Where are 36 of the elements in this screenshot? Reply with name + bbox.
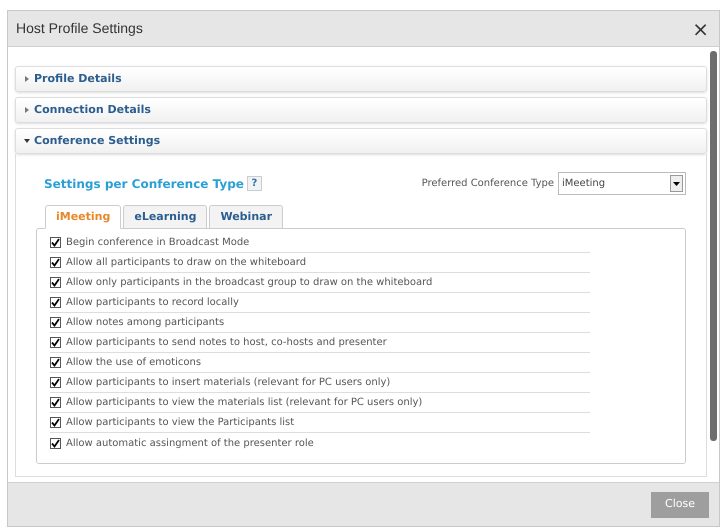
preferred-type-label: Preferred Conference Type — [422, 177, 554, 191]
option-label: Allow participants to send notes to host, co-hosts and presenter — [66, 336, 387, 350]
section-subheading: Settings per Conference Type — [44, 176, 244, 192]
option-label: Allow automatic assingment of the presenter role — [66, 436, 314, 450]
option-label: Allow all participants to draw on the whiteboard — [66, 256, 306, 270]
checkbox[interactable] — [50, 237, 61, 248]
window-title: Host Profile Settings — [16, 19, 143, 38]
option-label: Allow the use of emoticons — [66, 356, 202, 370]
help-button[interactable]: ? — [246, 176, 262, 191]
checkbox[interactable] — [50, 317, 61, 328]
caret-right-icon — [24, 107, 30, 113]
checkbox[interactable] — [50, 377, 61, 388]
option-label: Allow participants to view the materials list (relevant for PC users only) — [66, 396, 422, 410]
vertical-scrollbar[interactable] — [710, 51, 717, 441]
checkbox[interactable] — [50, 357, 61, 368]
option-label: Begin conference in Broadcast Mode — [66, 236, 250, 250]
conference-type-tab[interactable]: eLearning — [123, 205, 208, 229]
preferred-type-dropdown[interactable]: iMeeting — [558, 172, 686, 195]
section-header[interactable]: Connection Details — [15, 97, 707, 123]
checkbox[interactable] — [50, 397, 61, 408]
checkbox[interactable] — [50, 417, 61, 428]
checkbox[interactable] — [50, 277, 61, 288]
option-label: Allow participants to insert materials (relevant for PC users only) — [66, 376, 390, 390]
checkbox[interactable] — [50, 257, 61, 268]
caret-down-icon — [24, 138, 30, 144]
checkbox[interactable] — [50, 438, 61, 448]
option-label: Allow only participants in the broadcast group to draw on the whiteboard — [66, 276, 432, 290]
option-label: Allow participants to view the Participants list — [66, 416, 294, 430]
checkbox[interactable] — [50, 297, 61, 308]
option-label: Allow notes among participants — [66, 316, 224, 330]
caret-right-icon — [24, 76, 30, 82]
option-label: Allow participants to record locally — [66, 296, 239, 310]
conference-type-tab[interactable]: Webinar — [209, 205, 283, 229]
checkbox[interactable] — [50, 337, 61, 348]
section-header[interactable]: Conference Settings — [15, 128, 707, 154]
section-header[interactable]: Profile Details — [15, 66, 707, 92]
